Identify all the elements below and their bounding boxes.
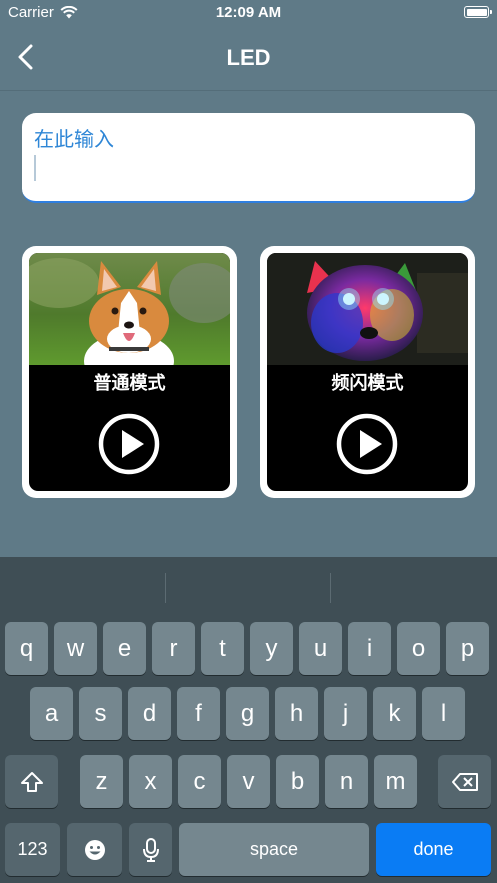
strobe-mode-card[interactable]: 频闪模式	[260, 246, 475, 498]
shift-icon	[20, 771, 43, 792]
key-p[interactable]: p	[446, 622, 489, 675]
key-t[interactable]: t	[201, 622, 244, 675]
key-o[interactable]: o	[397, 622, 440, 675]
key-r[interactable]: r	[152, 622, 195, 675]
key-w[interactable]: w	[54, 622, 97, 675]
done-key[interactable]: done	[376, 823, 491, 876]
numbers-key[interactable]: 123	[5, 823, 60, 876]
key-v[interactable]: v	[227, 755, 270, 808]
text-cursor	[34, 155, 36, 181]
strobe-mode-label: 频闪模式	[331, 373, 404, 394]
key-j[interactable]: j	[324, 687, 367, 740]
play-icon[interactable]	[98, 413, 160, 475]
key-i[interactable]: i	[348, 622, 391, 675]
clock: 12:09 AM	[215, 4, 282, 21]
key-s[interactable]: s	[79, 687, 122, 740]
normal-mode-label: 普通模式	[93, 373, 166, 394]
dictation-key[interactable]	[129, 823, 172, 876]
husky-photo	[267, 253, 468, 365]
backspace-icon	[451, 772, 478, 791]
key-d[interactable]: d	[128, 687, 171, 740]
key-l[interactable]: l	[422, 687, 465, 740]
key-f[interactable]: f	[177, 687, 220, 740]
corgi-photo	[29, 253, 230, 365]
delete-key[interactable]	[438, 755, 491, 808]
key-k[interactable]: k	[373, 687, 416, 740]
key-b[interactable]: b	[276, 755, 319, 808]
key-x[interactable]: x	[129, 755, 172, 808]
led-text-input[interactable]	[34, 127, 454, 151]
battery-icon	[464, 6, 492, 18]
key-y[interactable]: y	[250, 622, 293, 675]
key-g[interactable]: g	[226, 687, 269, 740]
page-title: LED	[226, 45, 271, 70]
status-bar: Carrier 12:09 AM	[0, 0, 497, 26]
key-u[interactable]: u	[299, 622, 342, 675]
navigation-bar: LED	[0, 26, 497, 91]
key-a[interactable]: a	[30, 687, 73, 740]
key-e[interactable]: e	[103, 622, 146, 675]
text-input-container[interactable]	[22, 113, 475, 203]
key-h[interactable]: h	[275, 687, 318, 740]
emoji-key[interactable]	[67, 823, 122, 876]
play-icon[interactable]	[336, 413, 398, 475]
suggestion-divider	[330, 573, 331, 603]
software-keyboard: qwertyuiop asdfghjkl zxcvbnm 123 space d…	[0, 557, 497, 883]
shift-key[interactable]	[5, 755, 58, 808]
key-n[interactable]: n	[325, 755, 368, 808]
key-c[interactable]: c	[178, 755, 221, 808]
key-m[interactable]: m	[374, 755, 417, 808]
emoji-icon	[84, 839, 105, 860]
space-key[interactable]: space	[179, 823, 369, 876]
suggestion-divider	[165, 573, 166, 603]
microphone-icon	[142, 837, 159, 862]
battery-fill	[466, 8, 487, 16]
key-q[interactable]: q	[5, 622, 48, 675]
normal-mode-card[interactable]: 普通模式	[22, 246, 237, 498]
key-z[interactable]: z	[80, 755, 123, 808]
